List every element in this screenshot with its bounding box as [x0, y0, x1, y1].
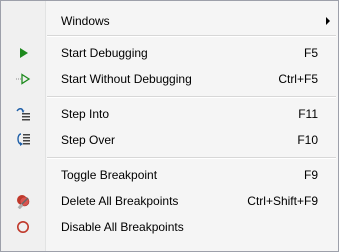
debug-context-menu: Windows Start Debugging F5 Start Without… — [0, 0, 339, 252]
menu-item-label: Step Over — [61, 132, 116, 147]
delete-breakpoints-icon — [1, 189, 45, 212]
menu-item-label: Start Without Debugging — [61, 71, 192, 86]
menu-separator — [47, 96, 336, 98]
menu-item-shortcut: Ctrl+Shift+F9 — [247, 193, 318, 208]
menu-item-label: Toggle Breakpoint — [61, 167, 158, 182]
menu-item-delete-all-breakpoints[interactable]: Delete All Breakpoints Ctrl+Shift+F9 — [1, 189, 338, 212]
menu-item-toggle-breakpoint[interactable]: Toggle Breakpoint F9 — [1, 163, 338, 186]
play-without-debugging-icon — [1, 67, 45, 90]
menu-item-step-over[interactable]: Step Over F10 — [1, 128, 338, 151]
menu-item-shortcut: F11 — [298, 106, 318, 121]
play-icon — [1, 41, 45, 64]
menu-item-shortcut: F5 — [303, 45, 318, 60]
menu-item-step-into[interactable]: Step Into F11 — [1, 102, 338, 125]
menu-item-start-without-debugging[interactable]: Start Without Debugging Ctrl+F5 — [1, 67, 338, 90]
menu-item-label: Start Debugging — [61, 45, 148, 60]
submenu-arrow-icon — [326, 17, 330, 25]
disable-breakpoints-icon — [1, 215, 45, 238]
menu-item-windows[interactable]: Windows — [1, 9, 338, 32]
step-into-icon — [1, 102, 45, 125]
menu-item-shortcut: Ctrl+F5 — [278, 71, 318, 86]
menu-separator — [47, 157, 336, 159]
menu-item-shortcut: F10 — [297, 132, 318, 147]
menu-item-label: Step Into — [61, 106, 110, 121]
menu-item-label: Delete All Breakpoints — [61, 193, 179, 208]
step-over-icon — [1, 128, 45, 151]
menu-item-disable-all-breakpoints[interactable]: Disable All Breakpoints — [1, 215, 338, 238]
menu-separator — [47, 35, 336, 37]
menu-item-start-debugging[interactable]: Start Debugging F5 — [1, 41, 338, 64]
menu-item-label: Disable All Breakpoints — [61, 219, 184, 234]
menu-item-shortcut: F9 — [303, 167, 318, 182]
menu-item-label: Windows — [61, 13, 110, 28]
menu-icon-gutter — [1, 1, 46, 251]
